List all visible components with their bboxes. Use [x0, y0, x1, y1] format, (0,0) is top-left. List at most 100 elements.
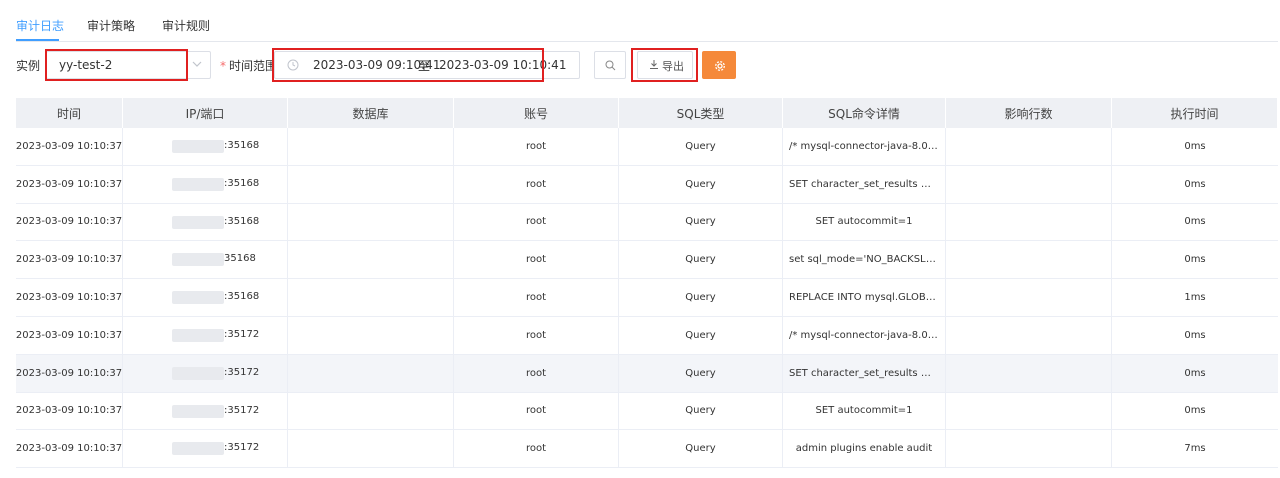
cell-exec-time: 0ms	[1184, 367, 1206, 379]
download-icon	[650, 60, 658, 69]
cell-ip-port: :35172	[123, 392, 288, 430]
cell-exec-time: 7ms	[1184, 443, 1206, 455]
cell-database	[288, 279, 454, 316]
table-body: 2023-03-09 10:10:37:35168 root Query/* mys…	[16, 128, 1278, 469]
cell-database	[288, 203, 454, 241]
redacted-ip	[172, 253, 224, 267]
cell-ip-port: :35168	[123, 165, 288, 203]
port-number: 35168	[224, 253, 256, 265]
table-row[interactable]: 2023-03-09 10:10:37:35172 root Query /* mys…	[16, 316, 1278, 355]
cell-sql-detail: SET character_set_results = NULL	[783, 354, 946, 392]
ip-port-value: :35168	[123, 128, 287, 165]
cell-exec-time: 0ms	[1184, 140, 1206, 152]
table-row[interactable]: 2023-03-09 10:10:37 35168 root Query set sql…	[16, 241, 1278, 280]
cell-account: root	[454, 430, 619, 468]
table-row[interactable]: 2023-03-09 10:10:37:35168 root Query REPLAC…	[16, 279, 1278, 317]
cell-account: root	[454, 316, 619, 354]
table-row[interactable]: 2023-03-09 10:10:37:35168 root Query /* mys…	[16, 128, 1278, 166]
table-row[interactable]: 2023-03-09 10:10:37:35168 root Query SET ch…	[16, 165, 1278, 204]
column-header-time[interactable]: 时间	[16, 98, 123, 128]
column-header-account[interactable]: 账号	[454, 98, 619, 128]
time-range-label: * 时间范围	[220, 59, 278, 73]
cell-affected-rows	[946, 392, 1112, 430]
cell-sql-detail: REPLACE INTO mysql.GLOBAL_...	[783, 279, 946, 316]
cell-affected-rows	[946, 128, 1112, 165]
column-header-database[interactable]: 数据库	[288, 98, 454, 128]
port-number: :35168	[224, 177, 260, 189]
port-number: :35168	[224, 215, 260, 227]
cell-affected-rows	[946, 279, 1112, 316]
cell-ip-port: :35172	[123, 316, 288, 354]
cell-sql-type: Query	[619, 279, 783, 316]
tab-audit-log[interactable]: 审计日志	[16, 17, 64, 34]
cell-sql-detail: /* mysql-connector-java-8.0.27 (R...	[783, 128, 946, 165]
cell-database	[288, 354, 454, 392]
gear-icon	[715, 61, 725, 71]
cell-account: root	[454, 241, 619, 279]
column-header-exec-time[interactable]: 执行时间	[1112, 98, 1278, 128]
cell-sql-type: Query	[619, 241, 783, 279]
active-tab-indicator	[16, 39, 59, 41]
ip-port-value: :35172	[123, 317, 287, 354]
cell-sql-type: Query	[619, 203, 783, 241]
cell-sql-type: Query	[619, 392, 783, 430]
cell-account: root	[454, 165, 619, 203]
cell-time: 2023-03-09 10:10:37	[16, 354, 123, 392]
ip-port-value: :35172	[123, 393, 287, 430]
cell-time: 2023-03-09 10:10:37	[16, 392, 123, 430]
cell-account: root	[454, 203, 619, 241]
cell-ip-port: :35168	[123, 128, 288, 165]
export-button[interactable]: 导出	[637, 51, 693, 79]
cell-sql-type: Query	[619, 316, 783, 354]
search-button[interactable]	[594, 51, 626, 79]
port-number: :35168	[224, 291, 260, 303]
cell-database	[288, 241, 454, 279]
cell-database	[288, 165, 454, 203]
cell-sql-detail: SET autocommit=1	[783, 392, 946, 430]
sql-text: SET character_set_results = NULL	[789, 367, 939, 379]
table-row[interactable]: 2023-03-09 10:10:37:35172 root Query SET ch…	[16, 354, 1278, 393]
cell-time: 2023-03-09 10:10:37	[16, 241, 123, 279]
sql-text: REPLACE INTO mysql.GLOBAL_...	[789, 292, 939, 304]
cell-ip-port: 35168	[123, 241, 288, 279]
clock-icon	[287, 59, 299, 71]
sql-text: SET autocommit=1	[815, 216, 913, 228]
ip-port-value: 35168	[123, 241, 287, 278]
cell-affected-rows	[946, 316, 1112, 354]
time-range-label-text: 时间范围	[229, 59, 278, 73]
cell-database	[288, 392, 454, 430]
instance-select[interactable]: yy-test-2	[46, 51, 211, 79]
cell-sql-detail: SET autocommit=1	[783, 203, 946, 241]
column-header-ip-port[interactable]: IP/端口	[123, 98, 288, 128]
cell-account: root	[454, 392, 619, 430]
settings-button[interactable]	[702, 51, 736, 79]
ip-port-value: :35172	[123, 430, 287, 467]
redacted-ip	[172, 328, 224, 342]
instance-label: 实例	[16, 59, 41, 73]
time-range-picker[interactable]: 2023-03-09 09:10:41 至 2023-03-09 10:10:4…	[274, 51, 580, 79]
range-end-value[interactable]: 2023-03-09 10:10:41	[439, 58, 566, 72]
cell-exec-time: 1ms	[1184, 292, 1206, 304]
table-row[interactable]: 2023-03-09 10:10:37:35172 root Query SET au…	[16, 392, 1278, 431]
column-header-affected-rows[interactable]: 影响行数	[946, 98, 1112, 128]
redacted-ip	[172, 215, 224, 229]
cell-affected-rows	[946, 165, 1112, 203]
export-label: 导出	[662, 60, 684, 73]
cell-account: root	[454, 354, 619, 392]
chevron-down-icon	[192, 61, 202, 67]
column-header-sql-type[interactable]: SQL类型	[619, 98, 783, 128]
cell-sql-detail: /* mysql-connector-java-8.0.27 (R...	[783, 316, 946, 354]
cell-time: 2023-03-09 10:10:37	[16, 128, 123, 165]
ip-port-value: :35168	[123, 204, 287, 241]
redacted-ip	[172, 366, 224, 380]
tab-audit-rules[interactable]: 审计规则	[162, 17, 210, 34]
cell-database	[288, 316, 454, 354]
ip-port-value: :35172	[123, 355, 287, 392]
tab-audit-policy[interactable]: 审计策略	[87, 17, 135, 34]
sql-text: admin plugins enable audit	[795, 443, 933, 455]
column-header-sql-detail[interactable]: SQL命令详情	[783, 98, 946, 128]
cell-sql-detail: admin plugins enable audit	[783, 430, 946, 468]
cell-time: 2023-03-09 10:10:37	[16, 165, 123, 203]
table-row[interactable]: 2023-03-09 10:10:37:35172 root Query admin …	[16, 430, 1278, 469]
table-row[interactable]: 2023-03-09 10:10:37:35168 root Query SET au…	[16, 203, 1278, 242]
